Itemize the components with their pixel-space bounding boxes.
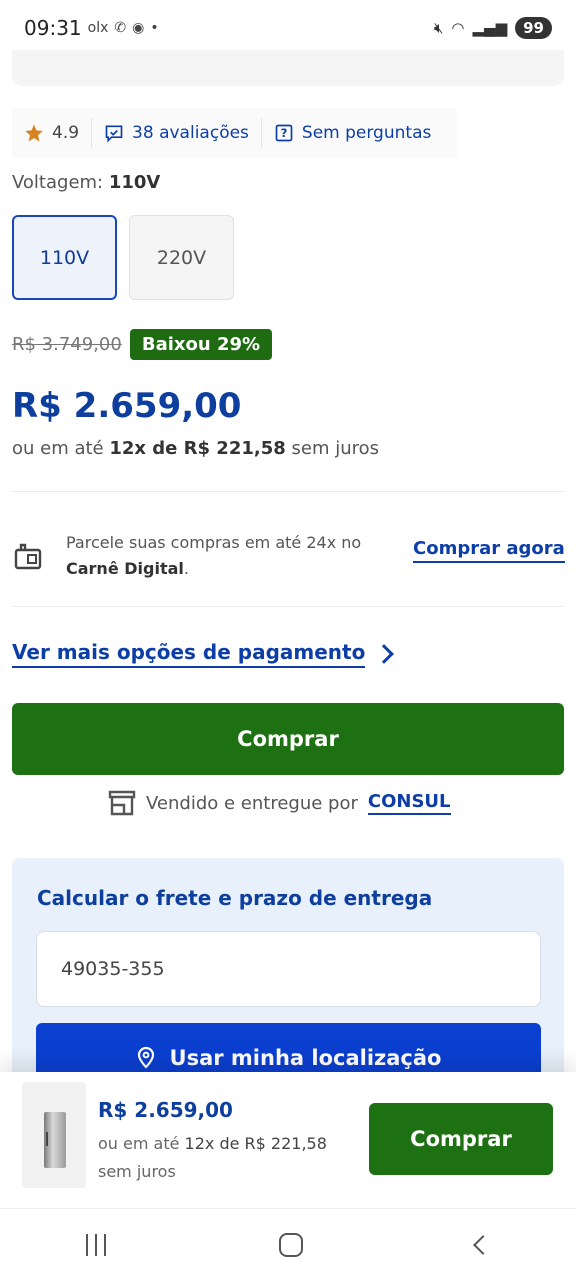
mute-icon: 🔇︎	[433, 19, 444, 37]
reviews-label: 38 avaliações	[132, 123, 249, 143]
footer-installments-suffix: sem juros	[98, 1162, 176, 1181]
seller-info: Vendido e entregue por CONSUL	[108, 790, 451, 816]
questions-link[interactable]: ? Sem perguntas	[260, 118, 443, 148]
installments-suffix: sem juros	[291, 438, 380, 459]
recent-apps-icon[interactable]	[86, 1233, 107, 1256]
cep-input[interactable]	[36, 931, 541, 1007]
questions-label: Sem perguntas	[301, 123, 432, 143]
carne-digital-icon	[14, 543, 42, 570]
voltage-selected-value: 110V	[108, 172, 161, 193]
footer-price: R$ 2.659,00	[98, 1098, 233, 1122]
more-payment-options-label: Ver mais opções de pagamento	[12, 640, 366, 668]
use-location-label: Usar minha localização	[169, 1046, 442, 1070]
system-navigation-bar	[0, 1208, 576, 1280]
reviews-link[interactable]: 38 avaliações	[91, 118, 261, 148]
seller-link[interactable]: CONSUL	[367, 791, 451, 815]
carne-description: Parcele suas compras em até 24x no	[66, 533, 362, 552]
status-time: 09:31	[24, 16, 82, 40]
carne-digital-text: Parcele suas compras em até 24x no Carnê…	[66, 533, 362, 578]
svg-text:?: ?	[281, 126, 288, 140]
chevron-right-icon	[374, 644, 395, 664]
comment-icon	[105, 125, 123, 143]
footer-installments: ou em até 12x de R$ 221,58 sem juros	[98, 1130, 358, 1186]
rating-row: 4.9 38 avaliações ? Sem perguntas	[12, 108, 458, 158]
voltage-option-220v[interactable]: 220V	[129, 215, 234, 300]
buy-now-link[interactable]: Comprar agora	[413, 538, 565, 563]
back-icon[interactable]	[472, 1234, 493, 1255]
store-icon	[108, 790, 136, 816]
old-price: R$ 3.749,00	[12, 334, 122, 355]
rating-score: 4.9	[12, 118, 91, 148]
divider	[12, 606, 564, 607]
olx-notification-icon: olx	[87, 20, 109, 36]
wifi-icon: ◠	[451, 19, 465, 37]
footer-installments-value: 12x de R$ 221,58	[184, 1134, 327, 1153]
more-notifications-dot-icon: •	[150, 20, 159, 36]
star-icon	[25, 124, 43, 142]
refrigerator-image	[44, 1112, 66, 1168]
question-icon: ?	[275, 124, 293, 142]
discount-badge: Baixou 29%	[129, 329, 273, 360]
footer-buy-button[interactable]: Comprar	[369, 1103, 553, 1175]
status-left: 09:31 olx ✆ ◉ •	[24, 16, 159, 40]
voltage-label-text: Voltagem:	[12, 172, 104, 193]
divider	[12, 491, 564, 492]
whatsapp-notification-icon: ✆	[114, 20, 127, 36]
buy-button[interactable]: Comprar	[12, 703, 564, 775]
footer-installments-prefix: ou em até	[98, 1134, 180, 1153]
voltage-options: 110V 220V	[12, 215, 234, 300]
status-right: 🔇︎ ◠ ▂▄▆ 99	[434, 17, 552, 39]
seller-prefix: Vendido e entregue por	[146, 792, 358, 814]
installments-info: ou em até 12x de R$ 221,58 sem juros	[12, 438, 379, 459]
app-notification-icon: ◉	[132, 20, 145, 36]
installments-value: 12x de R$ 221,58	[109, 438, 286, 459]
signal-icon: ▂▄▆	[472, 19, 508, 37]
previous-section-card	[12, 50, 564, 86]
home-icon[interactable]	[278, 1232, 303, 1257]
voltage-option-110v[interactable]: 110V	[12, 215, 117, 300]
rating-value: 4.9	[52, 123, 80, 143]
freight-title: Calcular o frete e prazo de entrega	[37, 886, 433, 910]
current-price: R$ 2.659,00	[12, 386, 242, 426]
voltage-label: Voltagem: 110V	[12, 172, 160, 193]
old-price-row: R$ 3.749,00 Baixou 29%	[12, 329, 273, 360]
battery-indicator: 99	[515, 17, 552, 39]
more-payment-options-link[interactable]: Ver mais opções de pagamento	[12, 640, 395, 668]
installments-prefix: ou em até	[12, 438, 104, 459]
carne-brand: Carnê Digital	[66, 559, 184, 578]
status-bar: 09:31 olx ✆ ◉ • 🔇︎ ◠ ▂▄▆ 99	[0, 0, 576, 56]
location-pin-icon	[137, 1046, 154, 1069]
